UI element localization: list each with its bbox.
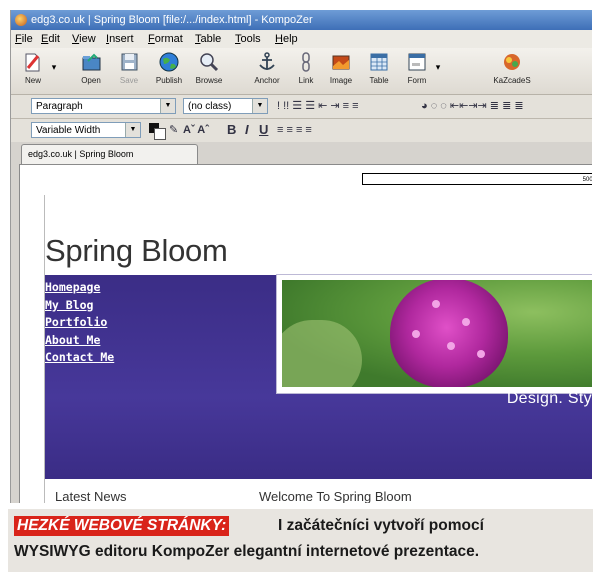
alignment-buttons[interactable]: ≡ ≡ ≡ ≡ [277, 123, 312, 137]
site-tagline: Design. Style [506, 390, 592, 407]
background-color-swatch[interactable] [154, 128, 166, 140]
kazcades-button[interactable]: KaZcadeS [489, 51, 535, 85]
table-button[interactable]: Table [359, 51, 399, 85]
nav-contact-me[interactable]: Contact Me [45, 349, 114, 367]
new-dropdown-chevron-icon[interactable]: ▾ [47, 62, 61, 73]
nav-portfolio[interactable]: Portfolio [45, 314, 114, 332]
kompozer-app-icon [15, 14, 27, 26]
class-select[interactable]: (no class) ▼ [183, 98, 268, 114]
open-folder-icon [80, 51, 102, 73]
flower-hero-image [282, 280, 592, 387]
anchor-button[interactable]: Anchor [247, 51, 287, 85]
table-icon [368, 51, 390, 73]
caption-tag: HEZKÉ WEBOVÉ STRÁNKY: [14, 516, 230, 536]
highlight-icon[interactable]: ✎ [169, 123, 178, 137]
menu-insert[interactable]: Insert [106, 33, 134, 45]
globe-icon [158, 51, 180, 73]
article-caption: HEZKÉ WEBOVÉ STRÁNKY: I začátečníci vytv… [8, 509, 593, 572]
editing-area[interactable]: 500px Spring Bloom Homepage My Blog Port… [19, 164, 592, 503]
image-icon [330, 51, 352, 73]
window-title: edg3.co.uk | Spring Bloom [file:/.../ind… [31, 14, 313, 26]
publish-button[interactable]: Publish [149, 51, 189, 85]
format-toolbar-1: Paragraph ▼ (no class) ▼ ! !! ☰ ☰ ⇤ ⇥ ≡ … [11, 95, 592, 119]
save-disk-icon [118, 51, 140, 73]
nav-my-blog[interactable]: My Blog [45, 297, 114, 315]
font-select[interactable]: Variable Width ▼ [31, 122, 141, 138]
magnifier-icon [198, 51, 220, 73]
paragraph-format-select[interactable]: Paragraph ▼ [31, 98, 176, 114]
document-tabs: edg3.co.uk | Spring Bloom [11, 142, 592, 164]
caption-line-1: I začátečníci vytvoří pomocí [278, 517, 484, 534]
kompozer-window: edg3.co.uk | Spring Bloom [file:/.../ind… [10, 10, 592, 503]
class-chevron-down-icon: ▼ [252, 99, 267, 113]
font-chevron-down-icon: ▼ [125, 123, 140, 137]
menu-bar: File Edit View Insert Format Table Tools… [11, 30, 592, 49]
menu-tools[interactable]: Tools [235, 33, 261, 45]
paragraph-chevron-down-icon: ▼ [160, 99, 175, 113]
site-nav: Homepage My Blog Portfolio About Me Cont… [45, 279, 114, 367]
chain-link-icon [295, 51, 317, 73]
form-dropdown-chevron-icon[interactable]: ▾ [431, 62, 445, 73]
new-document-icon [22, 51, 44, 73]
menu-help[interactable]: Help [275, 33, 298, 45]
list-indent-buttons[interactable]: ! !! ☰ ☰ ⇤ ⇥ ≡ ≡ [277, 99, 359, 113]
font-size-buttons[interactable]: Aˇ Aˆ [183, 123, 209, 137]
anchor-icon [256, 51, 278, 73]
misc-format-buttons[interactable]: ◕ ◌ ◌ ⇤⇤⇥⇥ ≣ ≣ ≣ [421, 99, 524, 113]
save-button[interactable]: Save [109, 51, 149, 85]
header-band: Homepage My Blog Portfolio About Me Cont… [45, 274, 592, 479]
hero-image-frame [276, 274, 592, 394]
welcome-heading: Welcome To Spring Bloom [259, 489, 412, 503]
width-ruler: 500px [362, 173, 592, 185]
site-title: Spring Bloom [45, 233, 228, 268]
composition-toolbar: New ▾ Open Save Publish Browse Anchor Li… [11, 48, 592, 95]
tab-spring-bloom[interactable]: edg3.co.uk | Spring Bloom [21, 144, 198, 164]
bold-button[interactable]: B [227, 123, 236, 137]
nav-about-me[interactable]: About Me [45, 332, 114, 350]
nav-homepage[interactable]: Homepage [45, 279, 114, 297]
menu-format[interactable]: Format [148, 33, 183, 45]
caption-line-2: WYSIWYG editoru KompoZer elegantní inter… [14, 543, 480, 560]
menu-file[interactable]: File [15, 33, 33, 45]
menu-table[interactable]: Table [195, 33, 221, 45]
latest-news-heading: Latest News [55, 489, 127, 503]
web-page-preview: Spring Bloom Homepage My Blog Portfolio … [44, 195, 592, 503]
italic-button[interactable]: I [245, 123, 249, 137]
link-button[interactable]: Link [286, 51, 326, 85]
menu-view[interactable]: View [72, 33, 96, 45]
underline-button[interactable]: U [259, 123, 268, 137]
menu-edit[interactable]: Edit [41, 33, 60, 45]
kazcades-plugin-icon [501, 51, 523, 73]
title-bar: edg3.co.uk | Spring Bloom [file:/.../ind… [11, 10, 592, 30]
browse-button[interactable]: Browse [189, 51, 229, 85]
image-button[interactable]: Image [321, 51, 361, 85]
form-icon [406, 51, 428, 73]
open-button[interactable]: Open [71, 51, 111, 85]
format-toolbar-2: Variable Width ▼ ✎ Aˇ Aˆ B I U ≡ ≡ ≡ ≡ [11, 119, 592, 143]
